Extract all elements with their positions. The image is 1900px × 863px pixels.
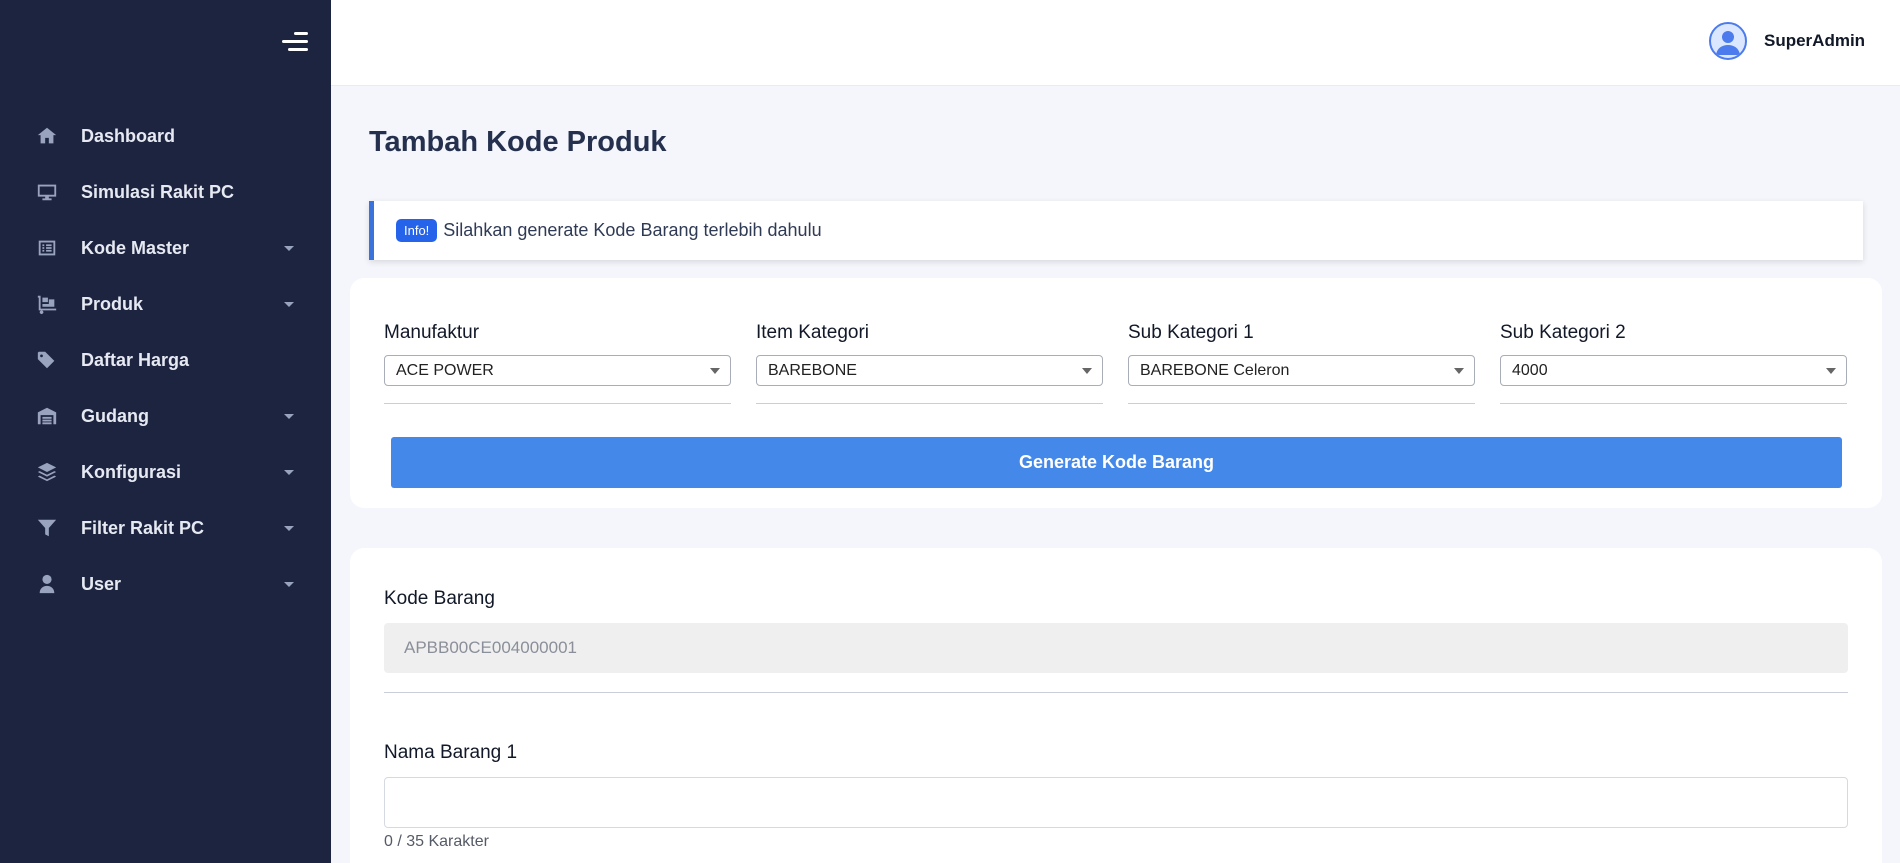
- divider: [1128, 403, 1475, 404]
- nama-barang-1-input[interactable]: [384, 777, 1848, 828]
- nama-barang-1-label: Nama Barang 1: [384, 742, 518, 763]
- sub-kategori-1-field: Sub Kategori 1 BAREBONE Celeron: [1128, 322, 1475, 404]
- sub-kategori-2-label: Sub Kategori 2: [1500, 322, 1626, 343]
- divider: [384, 692, 1848, 693]
- username[interactable]: SuperAdmin: [1764, 31, 1865, 51]
- sidebar-item-dashboard[interactable]: Dashboard: [0, 108, 331, 164]
- kode-barang-field: APBB00CE004000001: [384, 623, 1848, 673]
- chevron-down-icon: [284, 302, 294, 307]
- sidebar-nav: Dashboard Simulasi Rakit PC Kode Master …: [0, 108, 331, 612]
- sidebar-item-kode-master[interactable]: Kode Master: [0, 220, 331, 276]
- dropdown-arrow-icon: [1082, 368, 1092, 374]
- item-kategori-select[interactable]: BAREBONE: [756, 355, 1103, 386]
- user-icon: [34, 572, 60, 596]
- info-badge: Info!: [396, 219, 438, 242]
- item-kategori-field: Item Kategori BAREBONE: [756, 322, 1103, 404]
- page-title: Tambah Kode Produk: [369, 126, 667, 158]
- manufaktur-field: Manufaktur ACE POWER: [384, 322, 731, 404]
- product-form-card: Kode Barang APBB00CE004000001 Nama Baran…: [350, 548, 1882, 863]
- menu-toggle-icon[interactable]: [282, 32, 308, 54]
- manufaktur-select[interactable]: ACE POWER: [384, 355, 731, 386]
- divider: [384, 403, 731, 404]
- info-alert: Info! Silahkan generate Kode Barang terl…: [369, 201, 1863, 260]
- chevron-down-icon: [284, 470, 294, 475]
- sub-kategori-2-value: 4000: [1512, 361, 1548, 379]
- sub-kategori-1-label: Sub Kategori 1: [1128, 322, 1254, 343]
- sidebar-item-filter-rakit-pc[interactable]: Filter Rakit PC: [0, 500, 331, 556]
- warehouse-icon: [34, 404, 60, 428]
- filter-icon: [34, 516, 60, 540]
- sub-kategori-1-value: BAREBONE Celeron: [1140, 361, 1290, 379]
- manufaktur-label: Manufaktur: [384, 322, 480, 343]
- generate-kode-barang-button[interactable]: Generate Kode Barang: [391, 437, 1842, 488]
- chevron-down-icon: [284, 246, 294, 251]
- sidebar-item-produk[interactable]: Produk: [0, 276, 331, 332]
- sidebar: Dashboard Simulasi Rakit PC Kode Master …: [0, 0, 331, 863]
- dropdown-arrow-icon: [710, 368, 720, 374]
- user-avatar-icon: [1716, 31, 1740, 55]
- sidebar-item-label: Gudang: [81, 405, 149, 426]
- dropdown-arrow-icon: [1826, 368, 1836, 374]
- sub-kategori-2-field: Sub Kategori 2 4000: [1500, 322, 1847, 404]
- layers-icon: [34, 460, 60, 484]
- divider: [756, 403, 1103, 404]
- monitor-icon: [34, 180, 60, 204]
- sidebar-item-label: Konfigurasi: [81, 461, 182, 482]
- tags-icon: [34, 348, 60, 372]
- dolly-icon: [34, 292, 60, 316]
- list-icon: [34, 236, 60, 260]
- sidebar-item-daftar-harga[interactable]: Daftar Harga: [0, 332, 331, 388]
- item-kategori-value: BAREBONE: [768, 361, 857, 379]
- sidebar-item-konfigurasi[interactable]: Konfigurasi: [0, 444, 331, 500]
- filter-card: Manufaktur ACE POWER Item Kategori BAREB…: [350, 278, 1882, 508]
- sub-kategori-1-select[interactable]: BAREBONE Celeron: [1128, 355, 1475, 386]
- sidebar-item-gudang[interactable]: Gudang: [0, 388, 331, 444]
- chevron-down-icon: [284, 414, 294, 419]
- avatar[interactable]: [1709, 22, 1747, 60]
- home-icon: [34, 124, 60, 148]
- sub-kategori-2-select[interactable]: 4000: [1500, 355, 1847, 386]
- character-counter: 0 / 35 Karakter: [384, 833, 489, 850]
- sidebar-item-label: Kode Master: [81, 237, 190, 258]
- sidebar-item-label: Dashboard: [81, 125, 176, 146]
- sidebar-item-label: Produk: [81, 293, 144, 314]
- sidebar-item-user[interactable]: User: [0, 556, 331, 612]
- sidebar-item-label: Simulasi Rakit PC: [81, 181, 235, 202]
- kode-barang-label: Kode Barang: [384, 588, 495, 609]
- divider: [1500, 403, 1847, 404]
- sidebar-item-label: Filter Rakit PC: [81, 517, 205, 538]
- chevron-down-icon: [284, 582, 294, 587]
- sidebar-item-label: Daftar Harga: [81, 349, 190, 370]
- dropdown-arrow-icon: [1454, 368, 1464, 374]
- sidebar-item-simulasi-rakit-pc[interactable]: Simulasi Rakit PC: [0, 164, 331, 220]
- manufaktur-value: ACE POWER: [396, 361, 494, 379]
- item-kategori-label: Item Kategori: [756, 322, 869, 343]
- chevron-down-icon: [284, 526, 294, 531]
- sidebar-item-label: User: [81, 573, 122, 594]
- top-header: [331, 0, 1900, 86]
- alert-message: Silahkan generate Kode Barang terlebih d…: [443, 220, 822, 240]
